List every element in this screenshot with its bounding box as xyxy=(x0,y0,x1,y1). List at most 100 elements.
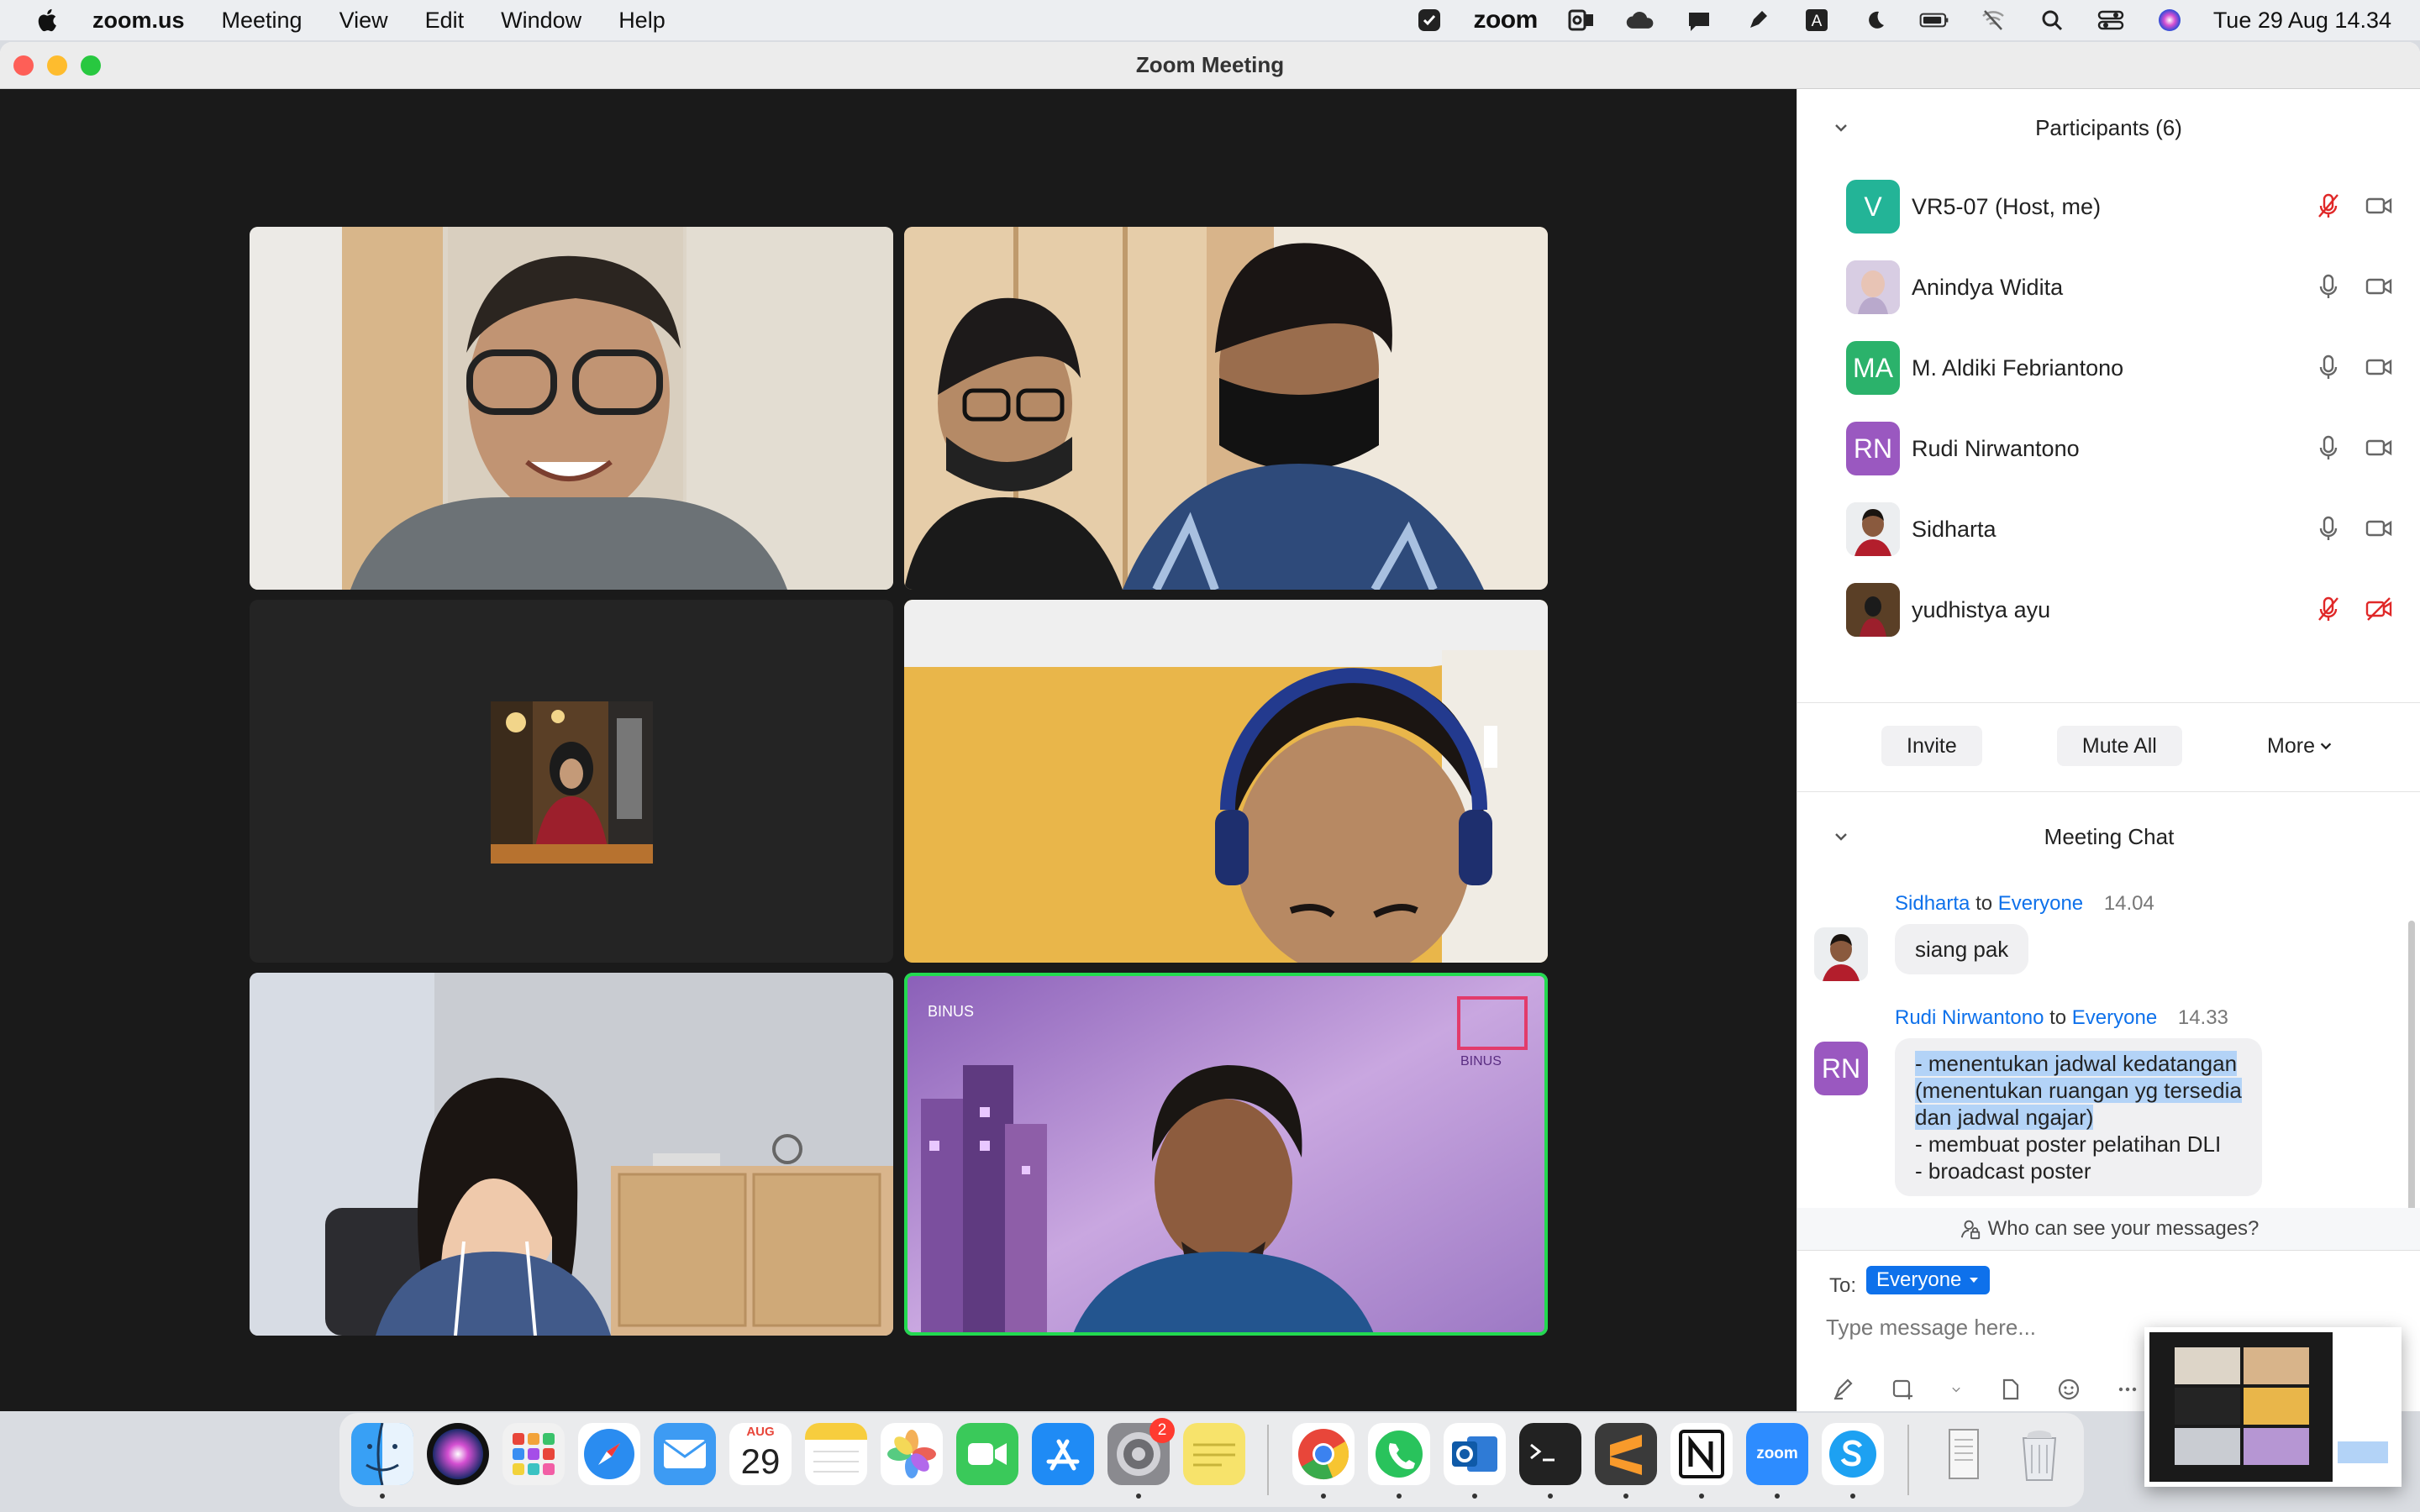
zoom-meeting-window: Zoom Meeting BINUS BINUS Participants (6… xyxy=(0,42,2420,1411)
video-camera-icon[interactable] xyxy=(2365,272,2393,301)
message-bubble[interactable]: siang pak xyxy=(1895,924,2029,974)
more-button[interactable]: More xyxy=(2257,726,2344,766)
chrome-icon[interactable] xyxy=(1292,1423,1355,1485)
sender-name[interactable]: Rudi Nirwantono xyxy=(1895,1006,2044,1029)
close-window-button[interactable] xyxy=(13,55,34,76)
message-input[interactable]: Type message here... xyxy=(1826,1315,2036,1341)
chat-message: Sidharta to Everyone 14.04 siang pak xyxy=(1797,892,2420,1006)
safari-icon[interactable] xyxy=(578,1423,640,1485)
screenshot-preview-thumbnail[interactable] xyxy=(2144,1327,2402,1487)
terminal-icon[interactable] xyxy=(1519,1423,1581,1485)
siri-icon[interactable] xyxy=(2154,7,2185,34)
sublime-text-icon[interactable] xyxy=(1595,1423,1657,1485)
cloud-icon[interactable] xyxy=(1625,7,1655,34)
app-store-icon[interactable] xyxy=(1032,1423,1094,1485)
video-camera-icon[interactable] xyxy=(2365,514,2393,543)
video-camera-icon[interactable] xyxy=(2365,433,2393,462)
documents-stack-icon[interactable] xyxy=(1933,1423,1995,1485)
photos-icon[interactable] xyxy=(881,1423,943,1485)
video-tile-6-active-speaker[interactable]: BINUS BINUS xyxy=(904,973,1548,1336)
participant-video-woman-earphones xyxy=(250,973,893,1336)
participant-row[interactable]: RN Rudi Nirwantono xyxy=(1797,408,2420,489)
chevron-down-icon[interactable] xyxy=(1833,828,1849,845)
search-icon[interactable] xyxy=(2037,7,2067,34)
outlook-icon[interactable] xyxy=(1444,1423,1506,1485)
siri-app-icon[interactable] xyxy=(427,1423,489,1485)
video-tile-4[interactable] xyxy=(904,600,1548,963)
menu-app-name[interactable]: zoom.us xyxy=(92,8,185,34)
chevron-down-icon[interactable] xyxy=(1833,119,1849,136)
keyboard-input-icon[interactable]: A xyxy=(1802,7,1832,34)
caret-down-icon xyxy=(1970,1278,1979,1283)
checkmark-status-icon[interactable] xyxy=(1414,7,1444,34)
video-tile-2[interactable] xyxy=(904,227,1548,590)
facetime-icon[interactable] xyxy=(956,1423,1018,1485)
notes-icon[interactable] xyxy=(805,1423,867,1485)
battery-icon[interactable] xyxy=(1919,7,1949,34)
window-title-bar[interactable]: Zoom Meeting xyxy=(0,42,2420,89)
menu-meeting[interactable]: Meeting xyxy=(222,8,302,34)
video-camera-icon[interactable] xyxy=(2365,192,2393,220)
zoom-app-icon[interactable]: zoom xyxy=(1746,1423,1808,1485)
video-camera-icon[interactable] xyxy=(2365,353,2393,381)
emoji-icon[interactable] xyxy=(2056,1377,2081,1402)
recipient-name[interactable]: Everyone xyxy=(1998,892,2083,915)
more-options-icon[interactable] xyxy=(2115,1377,2140,1402)
menu-edit[interactable]: Edit xyxy=(425,8,465,34)
file-icon[interactable] xyxy=(1997,1377,2023,1402)
trash-icon[interactable] xyxy=(2008,1423,2070,1485)
dock: AUG 29 2 zoom xyxy=(339,1413,2084,1507)
notion-icon[interactable] xyxy=(1670,1423,1733,1485)
menu-help[interactable]: Help xyxy=(618,8,666,34)
video-tile-5[interactable] xyxy=(250,973,893,1336)
calendar-icon[interactable]: AUG 29 xyxy=(729,1423,792,1485)
mic-icon[interactable] xyxy=(2314,353,2343,381)
mic-muted-icon[interactable] xyxy=(2314,192,2343,220)
who-can-see-banner[interactable]: Who can see your messages? xyxy=(1797,1208,2420,1250)
recipient-name[interactable]: Everyone xyxy=(2072,1006,2157,1029)
recipient-dropdown[interactable]: Everyone xyxy=(1866,1266,1991,1294)
menu-view[interactable]: View xyxy=(339,8,388,34)
mail-icon[interactable] xyxy=(654,1423,716,1485)
mic-icon[interactable] xyxy=(2314,433,2343,462)
mute-all-button[interactable]: Mute All xyxy=(2056,726,2182,766)
finder-icon[interactable] xyxy=(351,1423,413,1485)
menubar-clock[interactable]: Tue 29 Aug 14.34 xyxy=(2213,8,2391,34)
control-center-icon[interactable] xyxy=(2096,7,2126,34)
notification-app-icon[interactable] xyxy=(1684,7,1714,34)
wifi-off-icon[interactable] xyxy=(1978,7,2008,34)
apple-icon[interactable] xyxy=(34,6,62,34)
moon-icon[interactable] xyxy=(1860,7,1891,34)
fullscreen-window-button[interactable] xyxy=(81,55,101,76)
minimize-window-button[interactable] xyxy=(47,55,67,76)
participant-row[interactable]: V VR5-07 (Host, me) xyxy=(1797,166,2420,247)
launchpad-icon[interactable] xyxy=(502,1423,565,1485)
stickies-icon[interactable] xyxy=(1183,1423,1245,1485)
sender-name[interactable]: Sidharta xyxy=(1895,892,1970,915)
video-tile-3[interactable] xyxy=(250,600,893,963)
chevron-down-icon[interactable] xyxy=(1949,1377,1964,1402)
menu-window[interactable]: Window xyxy=(501,8,581,34)
avatar xyxy=(1846,502,1900,556)
mic-muted-icon[interactable] xyxy=(2314,595,2343,623)
message-bubble[interactable]: - menentukan jadwal kedatangan (menentuk… xyxy=(1895,1038,2262,1196)
video-tile-1[interactable] xyxy=(250,227,893,590)
participant-row[interactable]: yudhistya ayu xyxy=(1797,570,2420,650)
chat-scrollbar[interactable] xyxy=(2408,921,2415,1215)
participant-row[interactable]: Anindya Widita xyxy=(1797,247,2420,328)
participant-row[interactable]: MA M. Aldiki Febriantono xyxy=(1797,328,2420,408)
outlook-status-icon[interactable] xyxy=(1566,7,1597,34)
screenshot-icon[interactable] xyxy=(1890,1377,1915,1402)
whatsapp-icon[interactable] xyxy=(1368,1423,1430,1485)
format-text-icon[interactable] xyxy=(1831,1377,1856,1402)
video-off-icon[interactable] xyxy=(2365,595,2393,623)
zoom-status-label[interactable]: zoom xyxy=(1473,6,1538,34)
mic-icon[interactable] xyxy=(2314,272,2343,301)
to-word: to xyxy=(1975,892,1993,915)
participant-row[interactable]: Sidharta xyxy=(1797,489,2420,570)
screenshot-preview-image xyxy=(2149,1332,2396,1482)
invite-button[interactable]: Invite xyxy=(1881,726,1982,766)
skype-icon[interactable] xyxy=(1822,1423,1884,1485)
pen-status-icon[interactable] xyxy=(1743,7,1773,34)
mic-icon[interactable] xyxy=(2314,514,2343,543)
